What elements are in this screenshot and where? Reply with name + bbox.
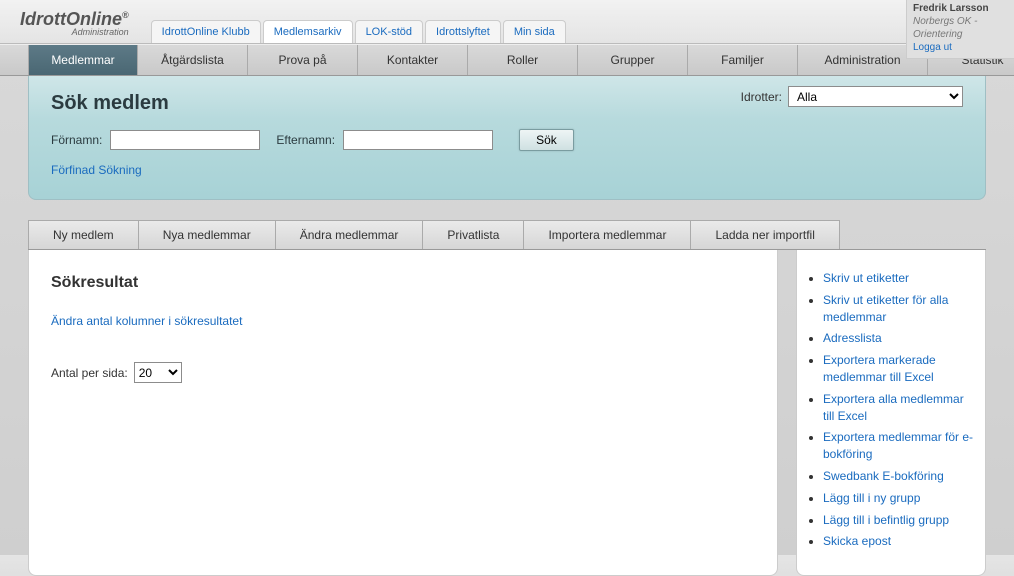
refined-search-link[interactable]: Förfinad Sökning — [51, 163, 142, 177]
idrotter-label: Idrotter: — [741, 90, 782, 104]
tab-medlemmar[interactable]: Medlemmar — [28, 45, 138, 75]
results-panel: Sökresultat Ändra antal kolumner i sökre… — [28, 250, 778, 576]
idrotter-select[interactable]: Alla — [788, 86, 963, 107]
action-skriv-etiketter[interactable]: Skriv ut etiketter — [823, 270, 977, 287]
top-tabs: IdrottOnline Klubb Medlemsarkiv LOK-stöd… — [151, 20, 566, 43]
logo-text: IdrottOnline® — [20, 9, 129, 29]
top-tab-minsida[interactable]: Min sida — [503, 20, 566, 43]
idrotter-row: Idrotter: Alla — [741, 86, 963, 107]
tab-provapa[interactable]: Prova på — [248, 45, 358, 75]
per-page-label: Antal per sida: — [51, 366, 128, 380]
tab-familjer[interactable]: Familjer — [688, 45, 798, 75]
logout-link[interactable]: Logga ut — [913, 41, 1008, 54]
per-page-select[interactable]: 20 — [134, 362, 182, 383]
subtab-andra-medlemmar[interactable]: Ändra medlemmar — [275, 220, 424, 249]
per-page-row: Antal per sida: 20 — [51, 362, 755, 383]
top-tab-medlemsarkiv[interactable]: Medlemsarkiv — [263, 20, 353, 43]
tab-kontakter[interactable]: Kontakter — [358, 45, 468, 75]
action-skicka-epost[interactable]: Skicka epost — [823, 533, 977, 550]
subtab-importera[interactable]: Importera medlemmar — [523, 220, 691, 249]
tab-grupper[interactable]: Grupper — [578, 45, 688, 75]
action-adresslista[interactable]: Adresslista — [823, 330, 977, 347]
action-export-markerade[interactable]: Exportera markerade medlemmar till Excel — [823, 352, 977, 386]
fornamn-label: Förnamn: — [51, 133, 102, 147]
subtab-ny-medlem[interactable]: Ny medlem — [28, 220, 139, 249]
top-tab-idrottslyftet[interactable]: Idrottslyftet — [425, 20, 501, 43]
action-export-alla[interactable]: Exportera alla medlemmar till Excel — [823, 391, 977, 425]
action-export-ebokforing[interactable]: Exportera medlemmar för e-bokföring — [823, 429, 977, 463]
tab-atgardslista[interactable]: Åtgärdslista — [138, 45, 248, 75]
tab-roller[interactable]: Roller — [468, 45, 578, 75]
actions-panel: Skriv ut etiketter Skriv ut etiketter fö… — [796, 250, 986, 576]
subtab-ladda-ner[interactable]: Ladda ner importfil — [690, 220, 839, 249]
efternamn-input[interactable] — [343, 130, 493, 150]
fornamn-input[interactable] — [110, 130, 260, 150]
search-fields: Förnamn: Efternamn: Sök — [51, 129, 963, 151]
search-panel: Idrotter: Alla Sök medlem Förnamn: Efter… — [28, 76, 986, 200]
action-befintlig-grupp[interactable]: Lägg till i befintlig grupp — [823, 512, 977, 529]
top-tab-lokstod[interactable]: LOK-stöd — [355, 20, 423, 43]
app-logo: IdrottOnline® Administration — [0, 5, 143, 43]
content-row: Sökresultat Ändra antal kolumner i sökre… — [28, 250, 986, 576]
user-info-box: Fredrik Larsson Norbergs OK - Orienterin… — [906, 0, 1014, 59]
action-ny-grupp[interactable]: Lägg till i ny grupp — [823, 490, 977, 507]
action-skriv-etiketter-alla[interactable]: Skriv ut etiketter för alla medlemmar — [823, 292, 977, 326]
results-title: Sökresultat — [51, 274, 755, 292]
user-name: Fredrik Larsson — [913, 2, 1008, 15]
subtab-privatlista[interactable]: Privatlista — [422, 220, 524, 249]
app-header: IdrottOnline® Administration IdrottOnlin… — [0, 0, 1014, 44]
efternamn-label: Efternamn: — [276, 133, 335, 147]
action-swedbank[interactable]: Swedbank E-bokföring — [823, 468, 977, 485]
top-tab-klubb[interactable]: IdrottOnline Klubb — [151, 20, 261, 43]
subtab-nya-medlemmar[interactable]: Nya medlemmar — [138, 220, 276, 249]
sub-tabs: Ny medlem Nya medlemmar Ändra medlemmar … — [28, 220, 986, 250]
main-tabs: Medlemmar Åtgärdslista Prova på Kontakte… — [0, 44, 1014, 76]
change-columns-link[interactable]: Ändra antal kolumner i sökresultatet — [51, 314, 242, 328]
user-org: Norbergs OK - Orientering — [913, 15, 1008, 41]
sok-button[interactable]: Sök — [519, 129, 574, 151]
